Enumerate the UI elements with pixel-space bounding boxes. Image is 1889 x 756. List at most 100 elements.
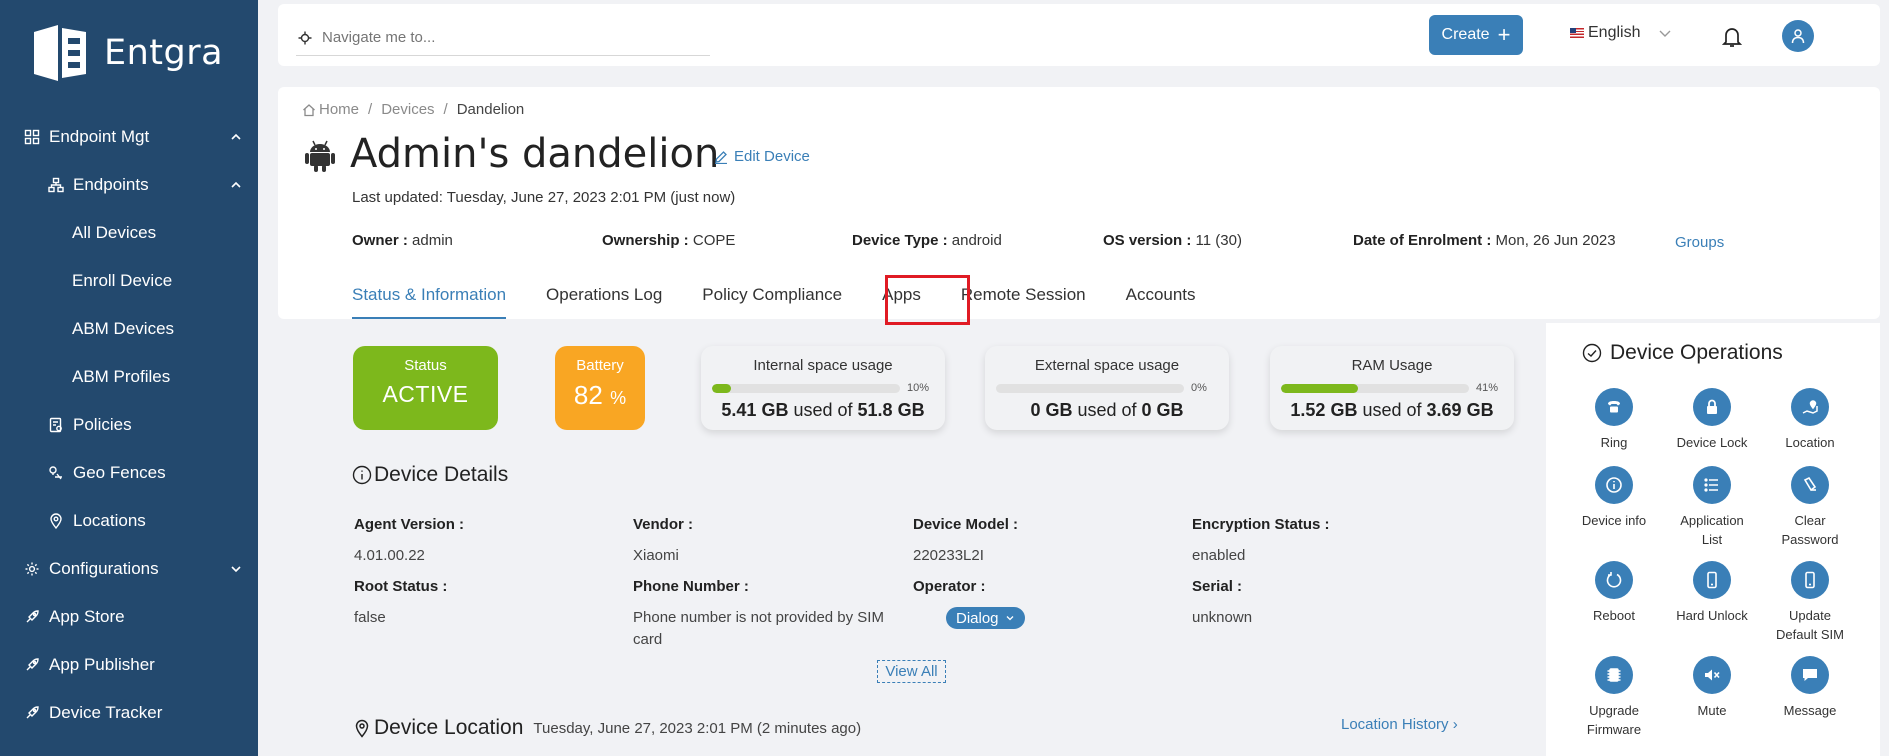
detail-value: card [633,631,663,648]
meta-value: android [951,232,1002,249]
sidebar-item-label: Endpoint Mgt [49,127,150,146]
usage-sep: used of [1077,400,1137,420]
device-details-heading: Device Details [352,463,508,487]
sidebar-item-abm-devices[interactable]: ABM Devices [0,305,258,353]
detail-label: Serial : [1192,578,1243,595]
sidebar-item-endpoint-mgt[interactable]: Endpoint Mgt [0,113,258,161]
battery-value: 82 [573,380,603,410]
tab-operations-log[interactable]: Operations Log [546,285,662,319]
sidebar-nav: Endpoint Mgt Endpoints All Devices Enrol… [0,113,258,737]
breadcrumb-devices[interactable]: Devices [381,101,434,118]
sidebar-item-locations[interactable]: Locations [0,497,258,545]
breadcrumb-home[interactable]: Home [319,101,359,118]
navigate-input[interactable] [322,29,682,46]
usage-bar-fill [1281,383,1359,393]
os-version-meta: OS version : 11 (30) [1103,232,1242,249]
meta-label: Owner : [352,232,408,249]
sidebar-item-enroll-device[interactable]: Enroll Device [0,257,258,305]
info-icon [1606,477,1622,493]
create-button[interactable]: Create + [1429,15,1523,55]
detail-label: Root Status : [354,578,448,595]
last-updated-text: Last updated: Tuesday, June 27, 2023 2:0… [352,189,736,206]
op-message[interactable]: Message [1762,656,1858,720]
usage-used: 0 GB [1030,400,1073,420]
sidebar-item-app-store[interactable]: App Store [0,593,258,641]
location-history-link[interactable]: Location History › [1341,716,1458,733]
policy-icon [48,417,64,433]
tab-accounts[interactable]: Accounts [1126,285,1196,319]
view-all-button[interactable]: View All [877,660,946,683]
meta-value: COPE [692,232,736,249]
tab-policy-compliance[interactable]: Policy Compliance [702,285,842,319]
op-mute[interactable]: Mute [1664,656,1760,720]
sidebar-item-abm-profiles[interactable]: ABM Profiles [0,353,258,401]
user-icon [1791,29,1805,44]
phone-icon [1608,401,1620,413]
op-label: Device info [1581,513,1647,528]
device-tabs: Status & Information Operations Log Poli… [352,285,1196,319]
page-title: Admin's dandelion [350,131,720,177]
usage-bar [712,383,900,393]
sidebar-item-label: Locations [73,511,146,530]
chevron-down-icon [1659,30,1671,37]
external-space-card: External space usage 0% 0 GB used of 0 G… [985,346,1229,430]
sidebar-item-configurations[interactable]: Configurations [0,545,258,593]
apps-tab-highlight-box [885,275,970,325]
sidebar-item-policies[interactable]: Policies [0,401,258,449]
sidebar-item-endpoints[interactable]: Endpoints [0,161,258,209]
usage-sep: used of [1362,400,1422,420]
brand-logo[interactable]: Entgra [28,22,223,84]
gear-icon [24,561,40,577]
rocket-icon [24,609,40,625]
sidebar-item-all-devices[interactable]: All Devices [0,209,258,257]
tab-status-information[interactable]: Status & Information [352,285,507,319]
op-ring[interactable]: Ring [1566,388,1662,452]
language-selector[interactable]: English [1570,24,1672,42]
sim-icon [1805,571,1815,589]
op-device-lock[interactable]: Device Lock [1664,388,1760,452]
meta-value: Mon, 26 Jun 2023 [1495,232,1616,249]
notification-bell-icon[interactable] [1722,26,1742,48]
ownership-meta: Ownership : COPE [602,232,735,249]
usage-bar-fill [712,383,731,393]
sidebar-item-label: Configurations [49,559,159,578]
status-card-value: ACTIVE [382,381,469,407]
meta-label: Date of Enrolment : [1353,232,1492,249]
op-label: Clear Password [1781,513,1839,547]
op-update-default-sim[interactable]: Update Default SIM [1762,561,1858,644]
op-upgrade-firmware[interactable]: Upgrade Firmware [1566,656,1662,739]
op-label: Reboot [1593,608,1635,623]
detail-label: Encryption Status : [1192,516,1330,533]
user-avatar[interactable] [1782,20,1814,52]
breadcrumb-separator: / [368,101,373,118]
battery-unit: % [610,388,627,408]
op-reboot[interactable]: Reboot [1566,561,1662,625]
entgra-logo-icon [34,25,86,81]
groups-link[interactable]: Groups [1675,234,1724,251]
breadcrumb: Home / Devices / Dandelion [302,101,524,118]
operator-dropdown[interactable]: Dialog [946,607,1025,629]
device-operations-title: Device Operations [1610,341,1783,364]
op-label: Ring [1600,435,1628,450]
op-hard-unlock[interactable]: Hard Unlock [1664,561,1760,625]
edit-device-link[interactable]: Edit Device [714,148,810,165]
tab-remote-session[interactable]: Remote Session [961,285,1086,319]
battery-card: Battery 82 % [555,346,645,430]
sidebar-item-device-tracker[interactable]: Device Tracker [0,689,258,737]
op-application-list[interactable]: Application List [1664,466,1760,549]
chevron-down-icon [231,566,241,573]
op-location[interactable]: Location [1762,388,1858,452]
status-card: Status ACTIVE [353,346,498,430]
op-label: Application List [1680,513,1744,547]
detail-label: Agent Version : [354,516,465,533]
sidebar-item-app-publisher[interactable]: App Publisher [0,641,258,689]
detail-label: Device Model : [913,516,1019,533]
edit-device-label: Edit Device [734,148,810,165]
sidebar-item-geo-fences[interactable]: Geo Fences [0,449,258,497]
op-clear-password[interactable]: Clear Password [1762,466,1858,549]
op-device-info[interactable]: Device info [1566,466,1662,530]
device-details-title: Device Details [374,463,509,486]
usage-used: 1.52 GB [1290,400,1358,420]
meta-label: Device Type : [852,232,948,249]
op-label: Update Default SIM [1776,608,1844,642]
